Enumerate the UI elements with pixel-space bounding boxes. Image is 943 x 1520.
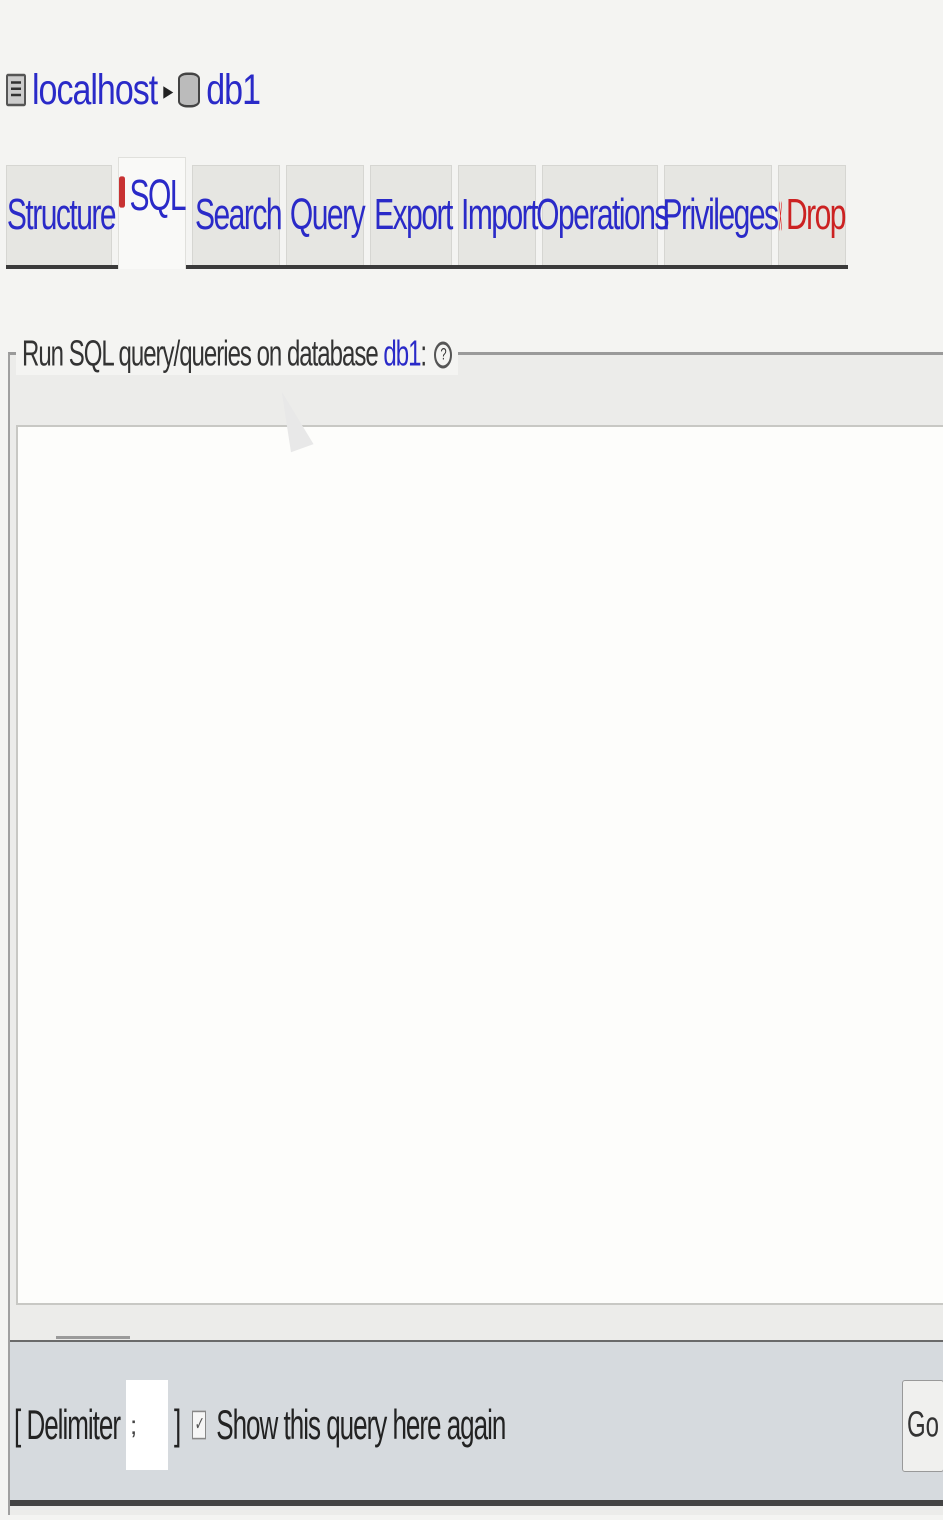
breadcrumb-database-link[interactable]: db1 — [178, 65, 261, 115]
database-icon — [178, 72, 201, 108]
footer-bottom-border — [10, 1500, 943, 1506]
tab-export[interactable]: Export — [370, 165, 453, 265]
tab-structure[interactable]: Structure — [6, 165, 117, 265]
tab-operations[interactable]: Operations — [536, 165, 669, 265]
legend-prefix: Run SQL query/queries on database — [22, 334, 379, 375]
horizontal-scrollbar[interactable] — [56, 1336, 130, 1339]
tab-query[interactable]: Query — [286, 165, 366, 265]
help-icon[interactable]: ? — [434, 341, 453, 369]
sql-icon — [119, 176, 126, 208]
breadcrumb-database-label: db1 — [206, 65, 261, 114]
breadcrumb-server-link[interactable]: localhost — [6, 65, 158, 115]
delimiter-label: [ Delimiter — [14, 1400, 121, 1449]
breadcrumb: localhost ▸ db1 — [6, 46, 261, 134]
show-query-label: Show this query here again — [216, 1400, 506, 1449]
show-query-checkbox[interactable]: ✓ — [192, 1410, 207, 1440]
legend-database-link[interactable]: db1 — [383, 334, 421, 376]
delimiter-group: [ Delimiter ] ✓ Show this query here aga… — [14, 1380, 506, 1470]
sql-query-textarea[interactable] — [16, 425, 943, 1305]
tab-search[interactable]: Search — [192, 165, 283, 265]
tab-privileges[interactable]: Privileges — [662, 165, 779, 265]
sql-query-legend: Run SQL query/queries on database db1 : … — [16, 334, 459, 376]
breadcrumb-server-label: localhost — [32, 65, 158, 114]
tab-bar: Structure SQL Search Query Export Import… — [6, 150, 848, 269]
legend-suffix: : — [420, 334, 427, 375]
tab-drop[interactable]: Drop — [778, 165, 847, 265]
go-button[interactable]: Go — [902, 1380, 943, 1472]
drop-icon — [779, 199, 782, 232]
tab-import[interactable]: Import — [458, 165, 539, 265]
server-icon — [6, 73, 26, 107]
breadcrumb-separator-icon: ▸ — [163, 76, 173, 105]
delimiter-input[interactable] — [126, 1380, 169, 1470]
delimiter-close: ] — [174, 1400, 181, 1449]
tab-sql[interactable]: SQL — [118, 157, 186, 269]
